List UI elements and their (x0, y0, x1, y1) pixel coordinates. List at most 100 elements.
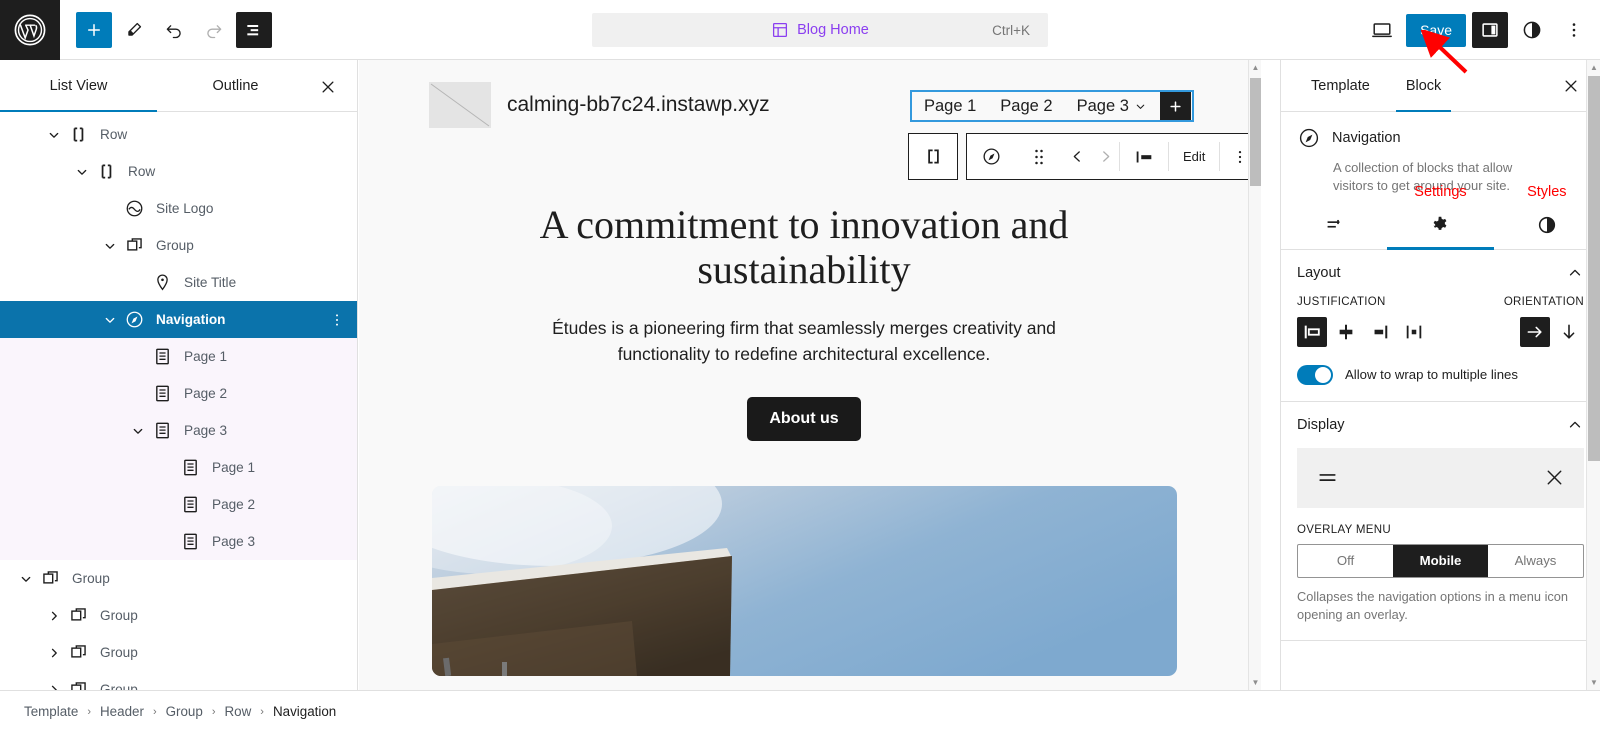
close-list-view-icon[interactable] (313, 72, 343, 102)
add-nav-item-button[interactable] (1159, 92, 1191, 120)
breadcrumb-item-row[interactable]: Row (225, 704, 252, 719)
placeholder-image-icon[interactable] (429, 82, 491, 128)
desktop-preview-icon[interactable] (1364, 12, 1400, 48)
tree-item-page-3[interactable]: Page 3 (0, 523, 357, 560)
edit-nav-button[interactable]: Edit (1169, 134, 1219, 179)
page-heading[interactable]: A commitment to innovation and sustainab… (524, 202, 1084, 293)
chevron-right-icon[interactable] (42, 678, 66, 690)
nav-item-page-1[interactable]: Page 1 (912, 97, 988, 116)
tree-item-page-1[interactable]: Page 1 (0, 338, 357, 375)
about-us-button[interactable]: About us (747, 397, 861, 442)
overlay-option-off[interactable]: Off (1298, 545, 1393, 577)
drag-handle-dots-icon[interactable] (1015, 134, 1063, 179)
tree-item-page-1[interactable]: Page 1 (0, 449, 357, 486)
close-settings-icon[interactable] (1556, 71, 1586, 101)
contrast-half-circle-icon[interactable] (1514, 12, 1550, 48)
undo-button[interactable] (156, 12, 192, 48)
hamburger-menu-icon[interactable] (1315, 465, 1340, 490)
scroll-down-arrow-icon[interactable]: ▼ (1587, 675, 1600, 690)
tree-item-group[interactable]: Group (0, 227, 357, 264)
breadcrumb-item-group[interactable]: Group (166, 704, 203, 719)
page-paragraph[interactable]: Études is a pioneering firm that seamles… (544, 315, 1064, 368)
breadcrumb-item-navigation[interactable]: Navigation (273, 704, 336, 719)
align-left-icon[interactable] (1120, 134, 1168, 179)
canvas-scrollbar[interactable]: ▲ ▼ (1248, 60, 1261, 690)
row-block-icon (94, 160, 118, 184)
tools-pencil-button[interactable] (116, 12, 152, 48)
tab-template[interactable]: Template (1293, 60, 1388, 111)
tree-item-group[interactable]: Group (0, 560, 357, 597)
tree-item-page-2[interactable]: Page 2 (0, 486, 357, 523)
three-dots-vertical-icon[interactable] (1556, 12, 1592, 48)
cta-wrapper: About us (359, 397, 1249, 442)
chevron-down-icon[interactable] (98, 308, 122, 332)
nav-item-page-3[interactable]: Page 3 (1065, 97, 1159, 116)
chevron-down-icon[interactable] (14, 567, 38, 591)
nav-item-page-2[interactable]: Page 2 (988, 97, 1064, 116)
canvas-scroll-thumb[interactable] (1250, 78, 1261, 186)
layout-panel-header[interactable]: Layout (1297, 264, 1584, 282)
editor-canvas[interactable]: calming-bb7c24.instawp.xyz Page 1 Page 2… (359, 60, 1261, 690)
architectural-canopy-photo[interactable] (431, 486, 1177, 677)
scroll-up-arrow-icon[interactable]: ▲ (1249, 60, 1261, 75)
tree-item-group[interactable]: Group (0, 634, 357, 671)
navigation-compass-icon[interactable] (967, 134, 1015, 179)
display-panel-title: Display (1297, 416, 1345, 433)
tree-item-group[interactable]: Group (0, 671, 357, 690)
arrow-down-icon[interactable] (1554, 317, 1584, 347)
allow-wrap-toggle[interactable] (1297, 364, 1333, 385)
site-title-text[interactable]: calming-bb7c24.instawp.xyz (507, 93, 770, 117)
add-block-button[interactable] (76, 11, 112, 48)
justify-left-icon[interactable] (1297, 316, 1327, 347)
scroll-down-arrow-icon[interactable]: ▼ (1249, 675, 1261, 690)
overlay-option-always[interactable]: Always (1488, 545, 1583, 577)
inspector-scrollbar[interactable]: ▲ ▼ (1586, 60, 1600, 690)
tab-styles[interactable]: Styles (1494, 184, 1600, 249)
nav-label: Page 1 (924, 96, 977, 115)
tree-item-options-icon[interactable] (327, 309, 347, 331)
overlay-option-mobile[interactable]: Mobile (1393, 544, 1488, 577)
tab-list-settings[interactable] (1281, 202, 1387, 249)
redo-button[interactable] (196, 12, 232, 48)
tree-item-page-3[interactable]: Page 3 (0, 412, 357, 449)
document-title-bar[interactable]: Blog Home Ctrl+K (592, 13, 1048, 47)
tree-item-site-logo[interactable]: Site Logo (0, 190, 357, 227)
chevron-right-icon[interactable] (1091, 134, 1119, 179)
row-block-icon[interactable] (909, 134, 957, 179)
breadcrumb-item-header[interactable]: Header (100, 704, 144, 719)
list-view-icon[interactable] (236, 11, 272, 48)
chevron-up-icon[interactable] (1566, 264, 1584, 282)
justify-center-icon[interactable] (1331, 317, 1361, 347)
page-document-icon (150, 382, 174, 406)
navigation-block[interactable]: Page 1 Page 2 Page 3 (910, 90, 1194, 122)
tab-settings[interactable]: Settings (1387, 184, 1494, 250)
tree-item-row[interactable]: Row (0, 153, 357, 190)
tree-item-page-2[interactable]: Page 2 (0, 375, 357, 412)
wordpress-logo-icon[interactable] (0, 0, 60, 60)
inspector-scroll-thumb[interactable] (1588, 76, 1600, 461)
justify-space-between-icon[interactable] (1399, 317, 1429, 347)
display-panel: Display OVERLAY MENU Off Mobile Always C… (1281, 402, 1600, 642)
scroll-up-arrow-icon[interactable]: ▲ (1587, 60, 1600, 75)
close-x-icon[interactable] (1543, 466, 1566, 489)
tab-list-view[interactable]: List View (0, 60, 157, 112)
overlay-icon-preview[interactable] (1297, 447, 1584, 508)
tab-outline[interactable]: Outline (157, 60, 314, 111)
tree-item-navigation[interactable]: Navigation (0, 301, 357, 338)
chevron-left-icon[interactable] (1063, 134, 1091, 179)
justify-right-icon[interactable] (1365, 317, 1395, 347)
chevron-right-icon[interactable] (42, 641, 66, 665)
chevron-down-icon[interactable] (98, 234, 122, 258)
chevron-down-icon[interactable] (70, 160, 94, 184)
chevron-up-icon[interactable] (1566, 416, 1584, 434)
breadcrumb-item-template[interactable]: Template (24, 704, 78, 719)
chevron-down-icon[interactable] (42, 123, 66, 147)
chevron-right-icon[interactable] (42, 604, 66, 628)
chevron-down-icon[interactable] (126, 419, 150, 443)
display-panel-header[interactable]: Display (1297, 416, 1584, 434)
tree-item-group[interactable]: Group (0, 597, 357, 634)
tree-item-site-title[interactable]: Site Title (0, 264, 357, 301)
arrow-right-icon[interactable] (1520, 316, 1550, 347)
tree-item-row[interactable]: Row (0, 116, 357, 153)
